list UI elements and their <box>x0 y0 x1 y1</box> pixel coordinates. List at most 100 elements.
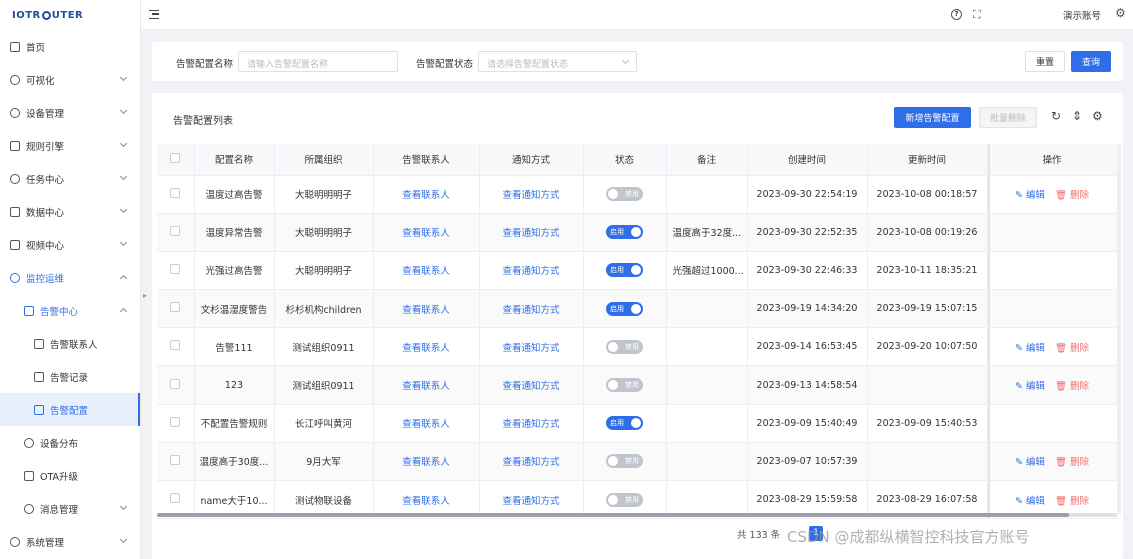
sidebar: IOTR UTER 首页 可视化 设备管理 规则引擎 任务中心 数据中心 视频中心 监控运维 告警… <box>0 0 141 559</box>
status-toggle[interactable]: 禁用 <box>606 454 643 469</box>
view-notify-link[interactable]: 查看通知方式 <box>502 305 559 316</box>
view-contacts-link[interactable]: 查看联系人 <box>402 228 450 239</box>
sidebar-item[interactable]: 规则引擎 <box>0 129 140 162</box>
status-toggle[interactable]: 启用 <box>606 225 643 240</box>
column-height-icon[interactable]: ⇕ <box>1072 109 1082 123</box>
query-button[interactable]: 查询 <box>1071 51 1111 72</box>
status-toggle[interactable]: 启用 <box>606 301 643 316</box>
view-notify-link[interactable]: 查看通知方式 <box>502 381 559 392</box>
status-toggle[interactable]: 禁用 <box>606 339 643 354</box>
sidebar-item[interactable]: OTA升级 <box>0 459 140 492</box>
view-notify-link[interactable]: 查看通知方式 <box>502 266 559 277</box>
view-contacts-link[interactable]: 查看联系人 <box>402 381 450 392</box>
status-toggle[interactable]: 禁用 <box>606 187 643 202</box>
sidebar-collapse-arrow-icon[interactable]: ▸ <box>143 291 147 300</box>
row-checkbox[interactable] <box>170 340 181 351</box>
table-settings-icon[interactable]: ⚙ <box>1092 109 1103 123</box>
delete-action[interactable]: 🗑︎ 删除 <box>1055 381 1089 392</box>
sidebar-item[interactable]: 视频中心 <box>0 228 140 261</box>
delete-action[interactable]: 🗑︎ 删除 <box>1055 457 1089 468</box>
view-notify-link[interactable]: 查看通知方式 <box>502 228 559 239</box>
updated-time-cell: 2023-09-19 15:07:15 <box>867 289 988 329</box>
sidebar-item[interactable]: 任务中心 <box>0 162 140 195</box>
notify-cell: 查看通知方式 <box>479 175 584 214</box>
edit-action[interactable]: ✎ 编辑 <box>1015 496 1045 507</box>
sidebar-item[interactable]: 监控运维 <box>0 261 140 294</box>
edit-action[interactable]: ✎ 编辑 <box>1015 457 1045 468</box>
sidebar-item[interactable]: 系统管理 <box>0 525 140 558</box>
view-notify-link[interactable]: 查看通知方式 <box>502 419 559 430</box>
status-cell: 禁用 <box>583 365 667 405</box>
watermark-text: CSDN @成都纵横智控科技官方账号 <box>787 528 1030 546</box>
help-icon[interactable]: ? <box>951 9 962 20</box>
toggle-knob <box>631 227 641 238</box>
view-contacts-link[interactable]: 查看联系人 <box>402 266 450 277</box>
sidebar-item[interactable]: 告警联系人 <box>0 327 140 360</box>
fullscreen-icon[interactable]: ⛶ <box>973 8 981 22</box>
org-cell: 长江呼叫黄河 <box>274 404 374 443</box>
delete-action[interactable]: 🗑︎ 删除 <box>1055 496 1089 507</box>
row-checkbox[interactable] <box>170 225 181 236</box>
view-notify-link[interactable]: 查看通知方式 <box>502 457 559 468</box>
view-contacts-link[interactable]: 查看联系人 <box>402 457 450 468</box>
row-checkbox[interactable] <box>170 302 181 313</box>
add-alarm-config-button[interactable]: 新增告警配置 <box>894 107 971 128</box>
settings-gear-icon[interactable]: ⚙ <box>1115 6 1126 20</box>
row-select-cell <box>157 289 195 329</box>
operations-cell: ✎ 编辑 🗑︎ 删除 <box>987 365 1118 405</box>
row-checkbox[interactable] <box>170 493 181 504</box>
view-contacts-link[interactable]: 查看联系人 <box>402 190 450 201</box>
row-checkbox[interactable] <box>170 416 181 427</box>
row-checkbox[interactable] <box>170 263 181 274</box>
row-checkbox[interactable] <box>170 454 181 465</box>
view-contacts-link[interactable]: 查看联系人 <box>402 496 450 507</box>
row-select-cell <box>157 175 195 214</box>
reset-button[interactable]: 重置 <box>1025 51 1065 72</box>
view-contacts-link[interactable]: 查看联系人 <box>402 419 450 430</box>
config-status-label: 告警配置状态 <box>416 59 474 70</box>
view-notify-link[interactable]: 查看通知方式 <box>502 190 559 201</box>
view-notify-link[interactable]: 查看通知方式 <box>502 343 559 354</box>
edit-action[interactable]: ✎ 编辑 <box>1015 381 1045 392</box>
edit-action[interactable]: ✎ 编辑 <box>1015 190 1045 201</box>
sidebar-item[interactable]: 设备分布 <box>0 426 140 459</box>
config-status-select[interactable]: 请选择告警配置状态 <box>478 51 637 72</box>
view-contacts-link[interactable]: 查看联系人 <box>402 343 450 354</box>
user-account[interactable]: 演示账号 <box>1063 8 1101 22</box>
status-toggle[interactable]: 启用 <box>606 263 643 278</box>
row-checkbox[interactable] <box>170 378 181 389</box>
vertical-scrollbar[interactable] <box>1117 144 1121 514</box>
sidebar-item[interactable]: 设备管理 <box>0 96 140 129</box>
sidebar-item-label: 告警记录 <box>50 372 89 384</box>
sidebar-item[interactable]: 消息管理 <box>0 492 140 525</box>
row-checkbox[interactable] <box>170 187 181 198</box>
sidebar-item[interactable]: 数据中心 <box>0 195 140 228</box>
horizontal-scrollbar[interactable] <box>157 513 1117 517</box>
delete-action[interactable]: 🗑︎ 删除 <box>1055 343 1089 354</box>
edit-action[interactable]: ✎ 编辑 <box>1015 343 1045 354</box>
status-toggle[interactable]: 启用 <box>606 416 643 431</box>
status-cell: 禁用 <box>583 175 667 214</box>
config-name-input[interactable]: 请输入告警配置名称 <box>238 51 398 72</box>
sidebar-item[interactable]: 首页 <box>0 30 140 63</box>
contact-icon <box>34 338 44 349</box>
status-toggle[interactable]: 禁用 <box>606 378 643 393</box>
org-cell: 杉杉机构children <box>274 289 374 329</box>
batch-delete-button[interactable]: 批量删除 <box>979 107 1037 128</box>
toggle-knob <box>608 189 618 200</box>
view-contacts-link[interactable]: 查看联系人 <box>402 305 450 316</box>
sidebar-item[interactable]: 告警记录 <box>0 360 140 393</box>
sidebar-item[interactable]: 告警中心 <box>0 294 140 327</box>
sidebar-item[interactable]: 可视化 <box>0 63 140 96</box>
sidebar-item-label: 消息管理 <box>40 504 79 516</box>
menu-toggle-icon[interactable] <box>149 10 159 19</box>
scrollbar-thumb[interactable] <box>157 513 1069 517</box>
header-select-all[interactable] <box>157 144 195 176</box>
brand-logo: IOTR UTER <box>12 9 84 21</box>
refresh-icon[interactable]: ↻ <box>1051 109 1061 123</box>
status-toggle[interactable]: 禁用 <box>606 492 643 507</box>
delete-action[interactable]: 🗑︎ 删除 <box>1055 190 1089 201</box>
view-notify-link[interactable]: 查看通知方式 <box>502 496 559 507</box>
sidebar-item[interactable]: 告警配置 <box>0 393 140 426</box>
select-all-checkbox[interactable] <box>170 152 181 163</box>
